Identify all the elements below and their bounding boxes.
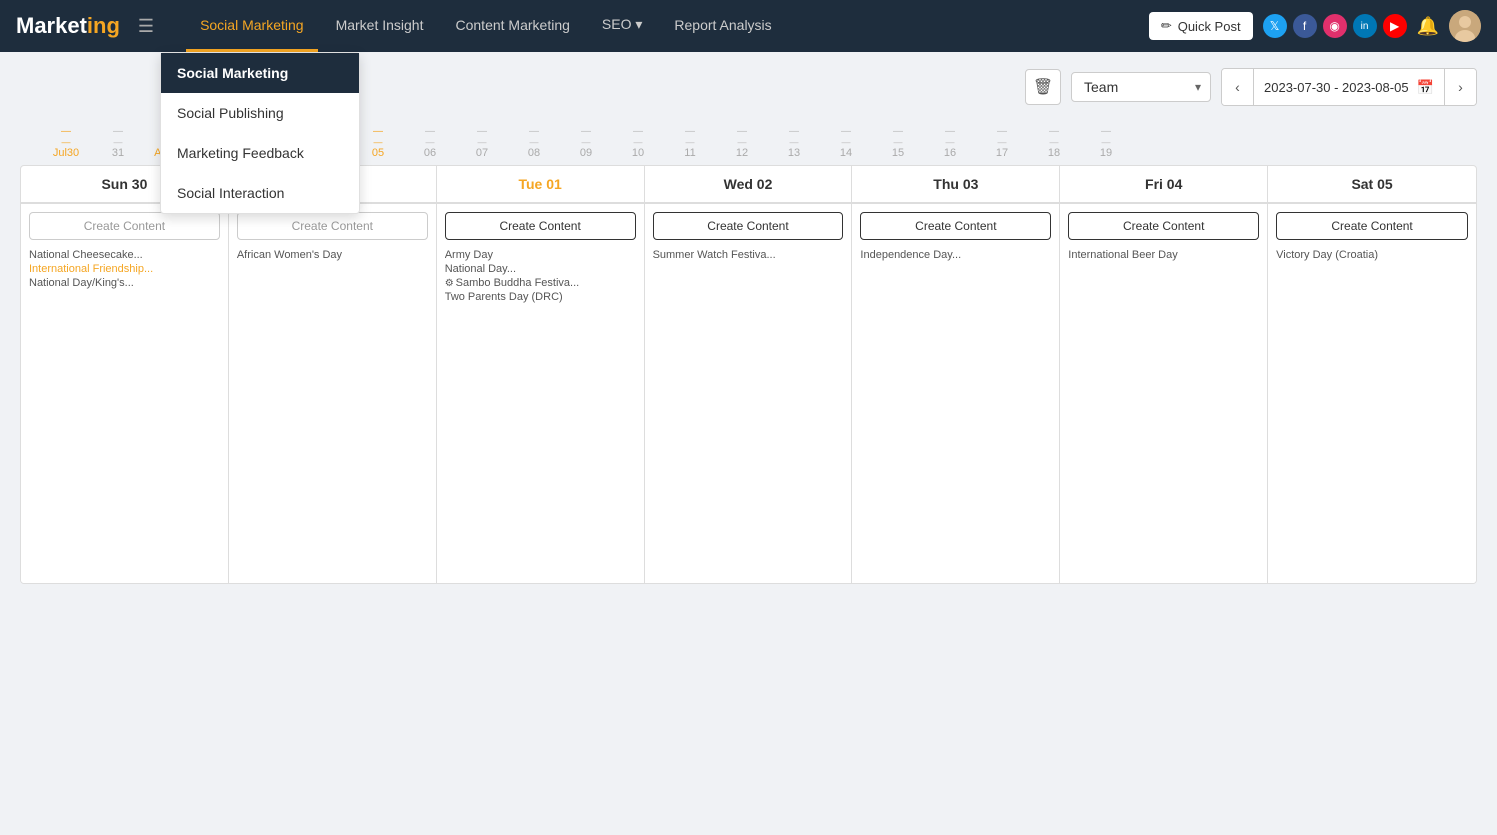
- timeline-date-11: —11: [664, 126, 716, 159]
- timeline-date-08: —08: [508, 126, 560, 159]
- timeline-date-14: —14: [820, 126, 872, 159]
- timeline-date-19: —19: [1080, 126, 1132, 159]
- timeline-date-17: —17: [976, 126, 1028, 159]
- cal-header-fri04: Fri 04: [1060, 166, 1268, 202]
- trash-icon: 🗑: [1033, 77, 1053, 97]
- nav-content-marketing[interactable]: Content Marketing: [442, 0, 584, 52]
- cal-header-thu03: Thu 03: [852, 166, 1060, 202]
- dropdown-item-marketing-feedback[interactable]: Marketing Feedback: [161, 133, 359, 173]
- nav-market-insight[interactable]: Market Insight: [322, 0, 438, 52]
- create-content-tue01[interactable]: Create Content: [445, 212, 636, 240]
- calendar: Sun 30 Mon 31 Tue 01 Wed 02 Thu 03 Fri 0…: [20, 165, 1477, 584]
- dropdown-menu: Social Marketing Social Publishing Marke…: [160, 52, 360, 214]
- nav-seo[interactable]: SEO ▾: [588, 0, 656, 52]
- navbar: Marketing ☰ Social Marketing Market Insi…: [0, 0, 1497, 52]
- create-content-mon31[interactable]: Create Content: [237, 212, 428, 240]
- event-independence-day: Independence Day...: [860, 248, 1051, 262]
- cal-cell-sat05: Create Content Victory Day (Croatia): [1268, 203, 1476, 583]
- events-mon31: African Women's Day: [237, 248, 428, 262]
- events-tue01: Army Day National Day... Sambo Buddha Fe…: [445, 248, 636, 304]
- trash-button[interactable]: 🗑: [1025, 69, 1061, 105]
- youtube-icon[interactable]: ▶: [1383, 14, 1407, 38]
- nav-right: ✏ Quick Post 𝕏 f ◉ in ▶ 🔔: [1149, 10, 1481, 42]
- cal-cell-thu03: Create Content Independence Day...: [852, 203, 1060, 583]
- events-sun30: National Cheesecake... International Fri…: [29, 248, 220, 290]
- prev-date-button[interactable]: ‹: [1222, 69, 1254, 105]
- timeline-date-09: —09: [560, 126, 612, 159]
- calendar-icon: 📅: [1417, 79, 1434, 96]
- events-fri04: International Beer Day: [1068, 248, 1259, 262]
- event-cheesecake: National Cheesecake...: [29, 248, 220, 262]
- quick-post-button[interactable]: ✏ Quick Post: [1149, 12, 1253, 40]
- timeline-date-16: —16: [924, 126, 976, 159]
- events-wed02: Summer Watch Festiva...: [653, 248, 844, 262]
- cal-cell-fri04: Create Content International Beer Day: [1060, 203, 1268, 583]
- timeline-date-06: —06: [404, 126, 456, 159]
- brand: Marketing ☰: [16, 12, 162, 41]
- team-select[interactable]: Team My Team All Teams: [1071, 72, 1211, 102]
- nav-links: Social Marketing Market Insight Content …: [186, 0, 1149, 52]
- cal-header-tue01: Tue 01: [437, 166, 645, 202]
- create-content-wed02[interactable]: Create Content: [653, 212, 844, 240]
- events-thu03: Independence Day...: [860, 248, 1051, 262]
- timeline-date-13: —13: [768, 126, 820, 159]
- next-date-button[interactable]: ›: [1444, 69, 1476, 105]
- timeline-date-12: —12: [716, 126, 768, 159]
- cal-header-wed02: Wed 02: [645, 166, 853, 202]
- dropdown-item-social-interaction[interactable]: Social Interaction: [161, 173, 359, 213]
- timeline-date-15: —15: [872, 126, 924, 159]
- calendar-body: Create Content National Cheesecake... In…: [21, 203, 1476, 583]
- date-range-display: 2023-07-30 - 2023-08-05 📅: [1254, 69, 1444, 105]
- event-friendship: International Friendship...: [29, 262, 220, 276]
- nav-social-marketing[interactable]: Social Marketing: [186, 0, 318, 52]
- date-nav: ‹ 2023-07-30 - 2023-08-05 📅 ›: [1221, 68, 1477, 106]
- pencil-icon: ✏: [1161, 18, 1172, 34]
- dropdown-item-social-publishing[interactable]: Social Publishing: [161, 93, 359, 133]
- cal-header-sat05: Sat 05: [1268, 166, 1476, 202]
- team-select-wrapper: Team My Team All Teams ▾: [1071, 72, 1211, 102]
- event-national-day-tue: National Day...: [445, 262, 636, 276]
- hamburger-icon[interactable]: ☰: [130, 12, 162, 41]
- event-summer-watch: Summer Watch Festiva...: [653, 248, 844, 262]
- timeline-date-jul30: —Jul30: [40, 126, 92, 159]
- facebook-icon[interactable]: f: [1293, 14, 1317, 38]
- cal-cell-tue01: Create Content Army Day National Day... …: [437, 203, 645, 583]
- instagram-icon[interactable]: ◉: [1323, 14, 1347, 38]
- create-content-fri04[interactable]: Create Content: [1068, 212, 1259, 240]
- cal-cell-wed02: Create Content Summer Watch Festiva...: [645, 203, 853, 583]
- create-content-thu03[interactable]: Create Content: [860, 212, 1051, 240]
- cal-cell-sun30: Create Content National Cheesecake... In…: [21, 203, 229, 583]
- event-sambo-buddha: Sambo Buddha Festiva...: [445, 276, 636, 290]
- create-content-sat05[interactable]: Create Content: [1276, 212, 1468, 240]
- timeline-date-31: —31: [92, 126, 144, 159]
- create-content-sun30[interactable]: Create Content: [29, 212, 220, 240]
- linkedin-icon[interactable]: in: [1353, 14, 1377, 38]
- timeline-date-18: —18: [1028, 126, 1080, 159]
- avatar[interactable]: [1449, 10, 1481, 42]
- dropdown-item-social-marketing[interactable]: Social Marketing: [161, 53, 359, 93]
- event-african-womens: African Women's Day: [237, 248, 428, 262]
- event-army-day: Army Day: [445, 248, 636, 262]
- notification-bell-icon[interactable]: 🔔: [1417, 16, 1439, 37]
- twitter-icon[interactable]: 𝕏: [1263, 14, 1287, 38]
- cal-cell-mon31: Create Content African Women's Day: [229, 203, 437, 583]
- events-sat05: Victory Day (Croatia): [1276, 248, 1468, 262]
- event-national-day-kings: National Day/King's...: [29, 276, 220, 290]
- social-icons: 𝕏 f ◉ in ▶: [1263, 14, 1407, 38]
- timeline-date-07: —07: [456, 126, 508, 159]
- nav-report-analysis[interactable]: Report Analysis: [660, 0, 785, 52]
- event-beer-day: International Beer Day: [1068, 248, 1259, 262]
- brand-logo: Marketing: [16, 13, 120, 39]
- event-two-parents: Two Parents Day (DRC): [445, 290, 636, 304]
- event-victory-day: Victory Day (Croatia): [1276, 248, 1468, 262]
- timeline-date-10: —10: [612, 126, 664, 159]
